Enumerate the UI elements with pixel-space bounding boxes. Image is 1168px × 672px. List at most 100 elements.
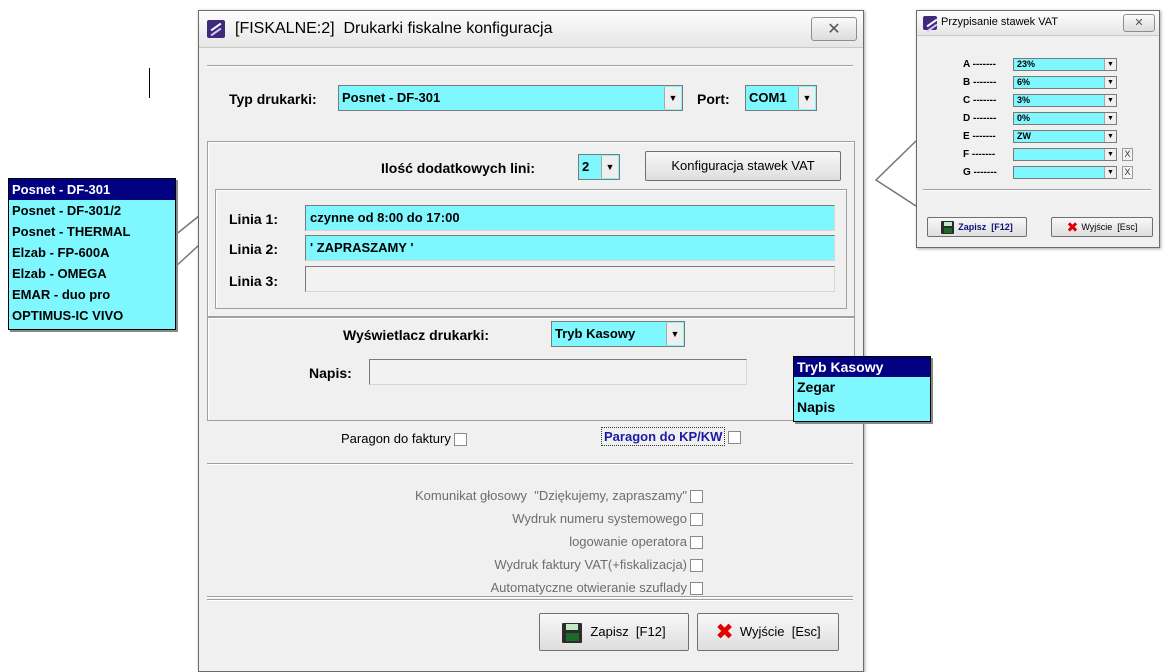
receipt-to-kpkw-label: Paragon do KP/KW — [601, 427, 726, 446]
vat-rate-label: F ------- — [963, 149, 996, 160]
vat-rate-label: G ------- — [963, 167, 997, 178]
printer-type-select[interactable]: Posnet - DF-301 ▼ — [338, 85, 683, 111]
chevron-down-icon[interactable]: ▼ — [1104, 149, 1116, 160]
close-red-icon: ✖ — [715, 619, 734, 645]
receipt-to-invoice-label: Paragon do faktury — [341, 431, 451, 446]
receipt-to-kpkw-checkbox[interactable] — [728, 431, 742, 445]
display-mode-dropdown-list: Tryb Kasowy Zegar Napis — [793, 356, 931, 422]
vat-rate-select[interactable]: 0% ▼ — [1013, 112, 1117, 125]
vat-rate-label: E ------- — [963, 131, 996, 142]
line-2-input[interactable]: ' ZAPRASZAMY ' — [305, 235, 835, 261]
vat-rate-value: ZW — [1017, 131, 1031, 141]
line-2-label: Linia 2: — [229, 241, 279, 257]
vat-save-label: Zapisz [F12] — [958, 222, 1013, 232]
vat-rate-label: C ------- — [963, 95, 997, 106]
printer-type-value: Posnet - DF-301 — [342, 90, 441, 105]
chevron-down-icon[interactable]: ▼ — [1104, 95, 1116, 106]
vat-rate-select[interactable]: ZW ▼ — [1013, 130, 1117, 143]
dropdown-option[interactable]: Posnet - THERMAL — [9, 221, 175, 242]
app-icon — [923, 16, 937, 30]
receipt-to-kpkw-option[interactable]: Paragon do KP/KW — [601, 427, 742, 446]
vat-rate-value: 3% — [1017, 95, 1031, 105]
dropdown-option[interactable]: Elzab - FP-600A — [9, 242, 175, 263]
port-select[interactable]: COM1 ▼ — [745, 85, 817, 111]
exit-button[interactable]: ✖ Wyjście [Esc] — [697, 613, 839, 651]
chevron-down-icon[interactable]: ▼ — [601, 156, 618, 178]
divider — [923, 189, 1151, 191]
vat-config-button[interactable]: Konfiguracja stawek VAT — [645, 151, 841, 181]
vat-title-bar: Przypisanie stawek VAT ✕ — [917, 11, 1159, 36]
display-select[interactable]: Tryb Kasowy ▼ — [551, 321, 685, 347]
chevron-down-icon[interactable]: ▼ — [1104, 131, 1116, 142]
line-3-input[interactable] — [305, 266, 835, 292]
vat-exit-button[interactable]: ✖ Wyjście [Esc] — [1051, 217, 1153, 237]
display-label: Wyświetlacz drukarki: — [343, 327, 490, 343]
clear-rate-button[interactable]: X — [1122, 166, 1133, 179]
vat-rate-select[interactable]: ▼ — [1013, 166, 1117, 179]
fiscal-printer-config-window: [FISKALNE:2] Drukarki fiskalne konfigura… — [198, 10, 864, 672]
vat-rate-select[interactable]: 23% ▼ — [1013, 58, 1117, 71]
line-3-label: Linia 3: — [229, 273, 279, 289]
chevron-down-icon[interactable]: ▼ — [1104, 167, 1116, 178]
dropdown-option[interactable]: EMAR - duo pro — [9, 284, 175, 305]
dropdown-option[interactable]: Zegar — [794, 377, 930, 397]
title-bar: [FISKALNE:2] Drukarki fiskalne konfigura… — [199, 11, 863, 48]
divider — [207, 463, 853, 465]
dropdown-option[interactable]: Napis — [794, 397, 930, 417]
vat-rate-label: A ------- — [963, 59, 996, 70]
chevron-down-icon[interactable]: ▼ — [666, 323, 683, 345]
vat-rate-label: B ------- — [963, 77, 997, 88]
caption-label: Napis: — [309, 365, 352, 381]
port-value: COM1 — [749, 90, 787, 105]
divider — [207, 596, 853, 598]
save-button-label: Zapisz [F12] — [590, 624, 666, 639]
vat-rate-select[interactable]: 3% ▼ — [1013, 94, 1117, 107]
floppy-disk-icon — [562, 622, 583, 643]
floppy-disk-icon — [941, 221, 955, 235]
receipt-to-invoice-checkbox[interactable] — [453, 433, 467, 447]
line-1-label: Linia 1: — [229, 211, 279, 227]
dropdown-option[interactable]: Tryb Kasowy — [794, 357, 930, 377]
vat-rate-select[interactable]: 6% ▼ — [1013, 76, 1117, 89]
vat-rate-value: 23% — [1017, 59, 1036, 69]
dropdown-option[interactable]: Posnet - DF-301/2 — [9, 200, 175, 221]
vat-rate-value: 0% — [1017, 113, 1031, 123]
extra-lines-value: 2 — [582, 159, 590, 174]
dropdown-option[interactable]: Posnet - DF-301 — [9, 179, 175, 200]
divider — [207, 65, 853, 67]
chevron-down-icon[interactable]: ▼ — [664, 87, 681, 109]
vat-exit-label: Wyjście [Esc] — [1081, 222, 1138, 232]
line-1-input[interactable]: czynne od 8:00 do 17:00 — [305, 205, 835, 231]
vat-save-button[interactable]: Zapisz [F12] — [927, 217, 1027, 237]
window-title: [FISKALNE:2] Drukarki fiskalne konfigura… — [235, 20, 553, 37]
app-icon — [207, 20, 225, 38]
dropdown-option[interactable]: OPTIMUS-IC VIVO — [9, 305, 175, 326]
close-icon[interactable]: ✕ — [811, 17, 857, 41]
printer-type-dropdown-list: Posnet - DF-301 Posnet - DF-301/2 Posnet… — [8, 178, 176, 330]
caption-input[interactable] — [369, 359, 747, 385]
option-label: Automatyczne otwieranie szuflady — [490, 580, 687, 595]
close-red-icon: ✖ — [1066, 219, 1079, 236]
extra-lines-select[interactable]: 2 ▼ — [578, 154, 620, 180]
printer-type-label: Typ drukarki: — [229, 91, 317, 107]
vat-rate-select[interactable]: ▼ — [1013, 148, 1117, 161]
vat-rate-value: 6% — [1017, 77, 1031, 87]
divider — [207, 599, 853, 601]
option-checkbox[interactable] — [690, 582, 703, 596]
chevron-down-icon[interactable]: ▼ — [1104, 59, 1116, 70]
port-label: Port: — [697, 91, 730, 107]
chevron-down-icon[interactable]: ▼ — [1104, 113, 1116, 124]
exit-button-label: Wyjście [Esc] — [739, 624, 821, 639]
save-button[interactable]: Zapisz [F12] — [539, 613, 689, 651]
vat-rates-window: Przypisanie stawek VAT ✕ A ------- 23% ▼ … — [916, 10, 1160, 248]
receipt-to-invoice-option[interactable]: Paragon do faktury — [341, 431, 467, 447]
vat-rate-label: D ------- — [963, 113, 997, 124]
dropdown-option[interactable]: Elzab - OMEGA — [9, 263, 175, 284]
close-icon[interactable]: ✕ — [1123, 14, 1155, 32]
chevron-down-icon[interactable]: ▼ — [798, 87, 815, 109]
option-row[interactable]: Automatyczne otwieranie szuflady — [477, 565, 703, 610]
chevron-down-icon[interactable]: ▼ — [1104, 77, 1116, 88]
vat-window-title: Przypisanie stawek VAT — [941, 16, 1058, 28]
clear-rate-button[interactable]: X — [1122, 148, 1133, 161]
display-value: Tryb Kasowy — [555, 326, 636, 341]
